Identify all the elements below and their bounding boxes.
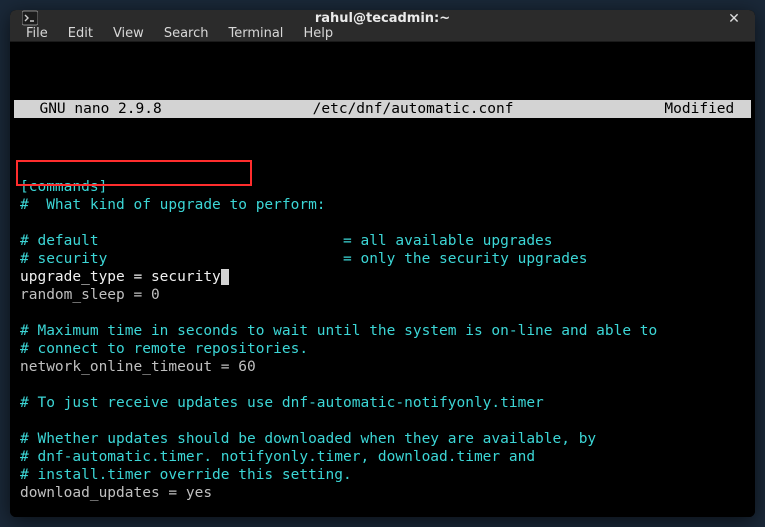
editor-line (20, 502, 745, 517)
editor-line (20, 412, 745, 430)
text-cursor (221, 269, 229, 285)
editor-content[interactable]: [commands]# What kind of upgrade to perf… (14, 172, 751, 517)
menu-help[interactable]: Help (293, 26, 343, 41)
editor-line: random_sleep = 0 (20, 286, 745, 304)
editor-line: # dnf-automatic.timer. notifyonly.timer,… (20, 448, 745, 466)
nano-modified: Modified (664, 100, 749, 118)
nano-version: GNU nano 2.9.8 (16, 100, 162, 118)
window-title: rahul@tecadmin:~ (10, 11, 755, 26)
editor-line: # install.timer override this setting. (20, 466, 745, 484)
editor-line: download_updates = yes (20, 484, 745, 502)
close-button[interactable]: ✕ (721, 10, 747, 31)
editor-line: upgrade_type = security (20, 268, 745, 286)
editor-line: # To just receive updates use dnf-automa… (20, 394, 745, 412)
menu-terminal[interactable]: Terminal (218, 26, 293, 41)
menu-file[interactable]: File (16, 26, 58, 41)
menu-search[interactable]: Search (154, 26, 219, 41)
editor-line (20, 376, 745, 394)
menu-view[interactable]: View (103, 26, 154, 41)
terminal-window: rahul@tecadmin:~ ✕ File Edit View Search… (10, 10, 755, 517)
editor-line: # What kind of upgrade to perform: (20, 196, 745, 214)
editor-line: [commands] (20, 178, 745, 196)
editor-line: # connect to remote repositories. (20, 340, 745, 358)
close-icon: ✕ (728, 10, 740, 27)
editor-line: # security = only the security upgrades (20, 250, 745, 268)
nano-header: GNU nano 2.9.8 /etc/dnf/automatic.conf M… (14, 100, 751, 118)
menu-edit[interactable]: Edit (58, 26, 103, 41)
titlebar[interactable]: rahul@tecadmin:~ ✕ (10, 10, 755, 26)
nano-filename: /etc/dnf/automatic.conf (162, 100, 665, 118)
editor-line: # Whether updates should be downloaded w… (20, 430, 745, 448)
editor-line: # default = all available upgrades (20, 232, 745, 250)
editor-line (20, 214, 745, 232)
editor-line: network_online_timeout = 60 (20, 358, 745, 376)
editor-line (20, 304, 745, 322)
terminal-area[interactable]: GNU nano 2.9.8 /etc/dnf/automatic.conf M… (10, 42, 755, 517)
menubar: File Edit View Search Terminal Help (10, 26, 755, 42)
editor-line: # Maximum time in seconds to wait until … (20, 322, 745, 340)
